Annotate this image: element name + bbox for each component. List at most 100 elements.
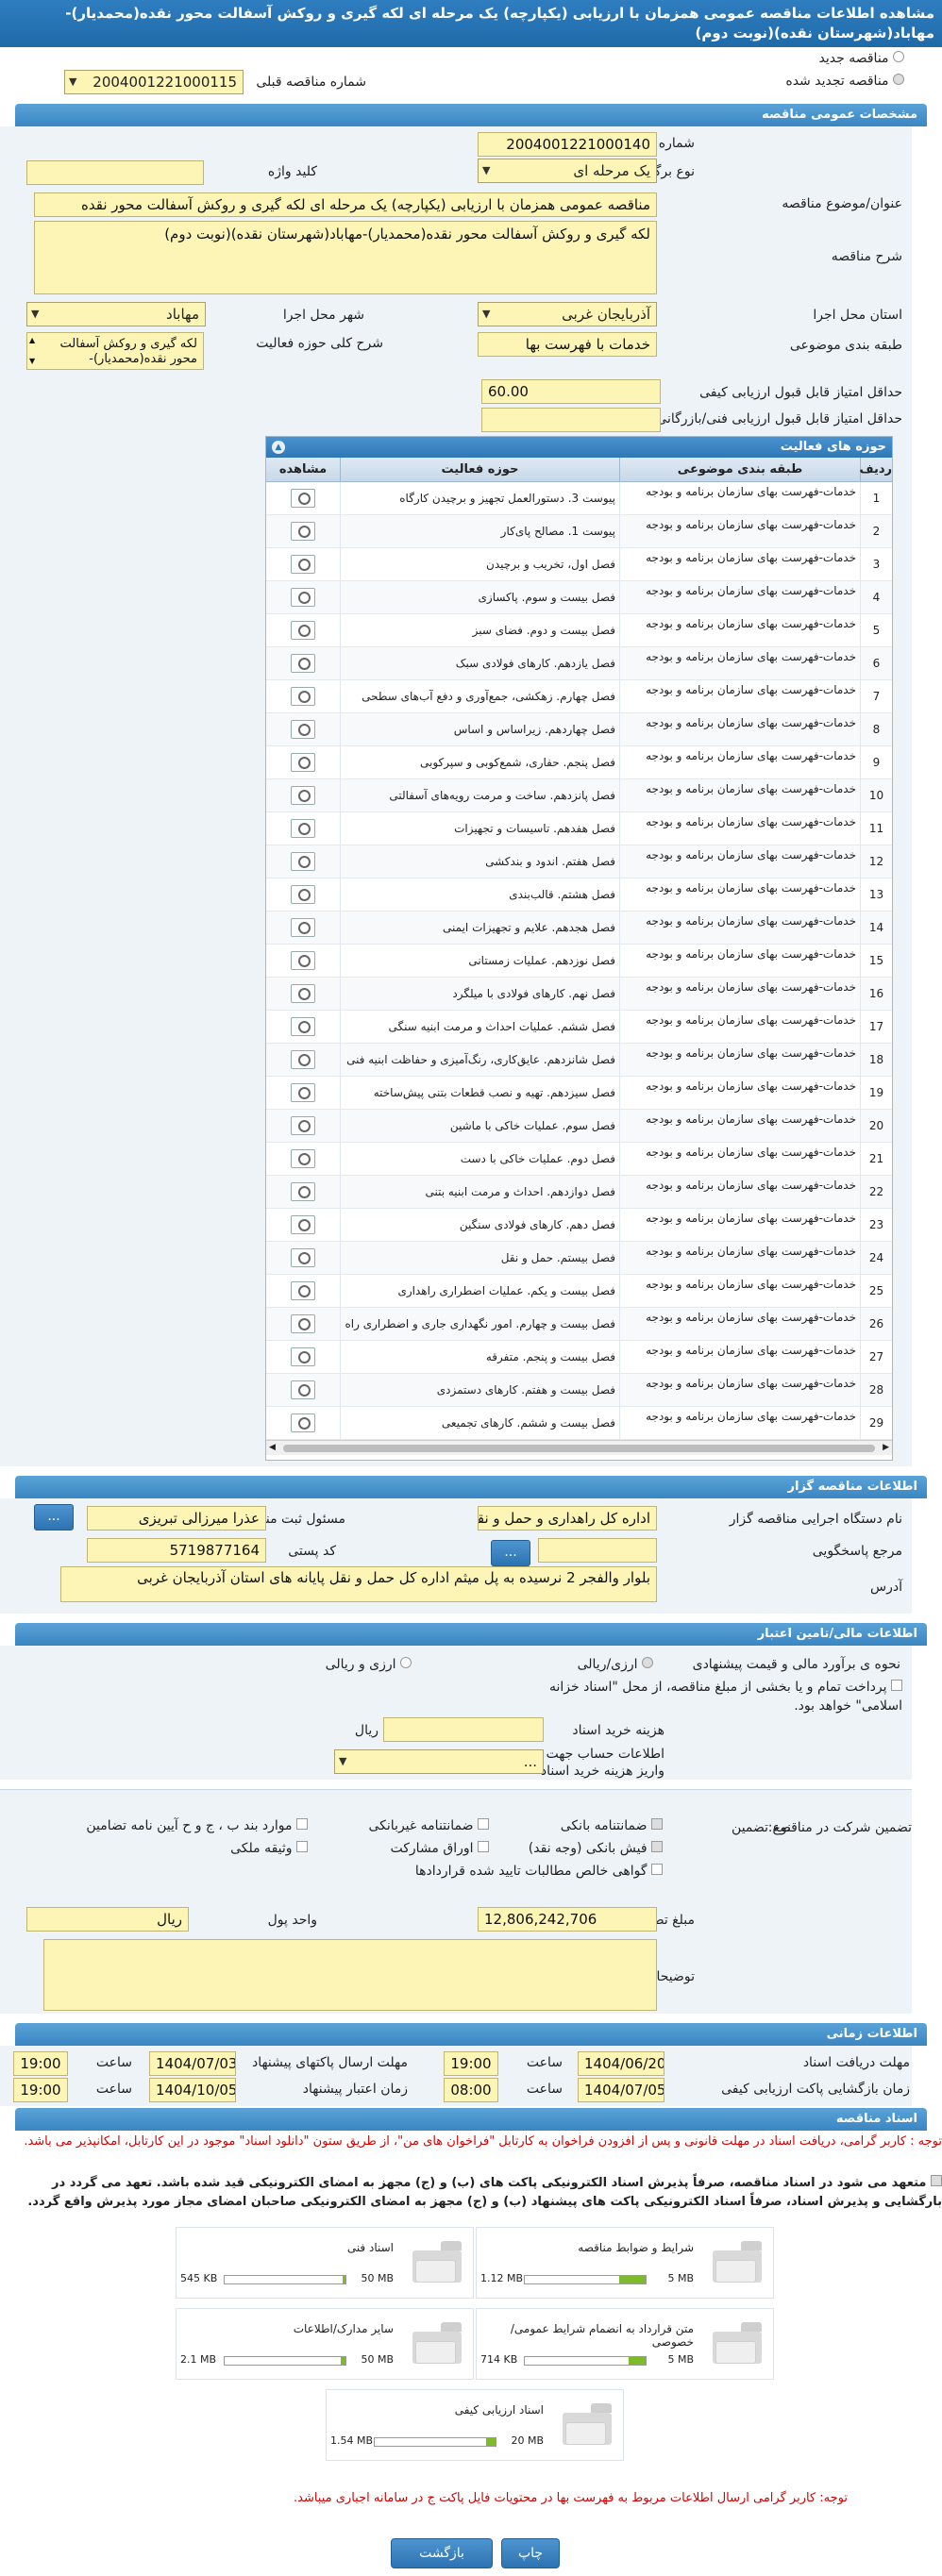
- magnifier-icon[interactable]: [291, 852, 315, 871]
- row-view[interactable]: [266, 1110, 340, 1142]
- subject-input[interactable]: مناقصه عمومی همزمان با ارزیابی (یکپارچه)…: [34, 192, 657, 217]
- row-view[interactable]: [266, 978, 340, 1010]
- document-card[interactable]: شرایط و ضوابط مناقصه 5 MB 1.12 MB: [476, 2227, 774, 2299]
- opt-bonds[interactable]: اوراق مشارکت: [391, 1841, 489, 1856]
- holding-type-select[interactable]: یک مرحله ای ▼: [478, 159, 657, 183]
- magnifier-icon[interactable]: [291, 1116, 315, 1135]
- row-view[interactable]: [266, 581, 340, 613]
- document-card[interactable]: متن قرارداد به انضمام شرایط عمومی/خصوصی 5…: [476, 2308, 774, 2380]
- horizontal-scrollbar[interactable]: ▶ ◀: [266, 1440, 892, 1455]
- row-view[interactable]: [266, 912, 340, 944]
- rial-radio[interactable]: [642, 1657, 653, 1668]
- opt-bank-guarantee[interactable]: ضمانتنامه بانکی: [561, 1818, 663, 1833]
- scroll-right-icon[interactable]: ▶: [883, 1443, 889, 1452]
- magnifier-icon[interactable]: [291, 1314, 315, 1333]
- row-view[interactable]: [266, 1407, 340, 1439]
- magnifier-icon[interactable]: [291, 1182, 315, 1201]
- row-view[interactable]: [266, 1341, 340, 1373]
- magnifier-icon[interactable]: [291, 654, 315, 673]
- magnifier-icon[interactable]: [291, 621, 315, 640]
- tender-number-field[interactable]: 2004001221000140: [478, 132, 657, 157]
- row-view[interactable]: [266, 713, 340, 745]
- magnifier-icon[interactable]: [291, 951, 315, 970]
- row-view[interactable]: [266, 845, 340, 878]
- prev-number-select[interactable]: 2004001221000115 ▼: [64, 70, 244, 94]
- rial2-option[interactable]: ارزی و ریالی: [326, 1657, 412, 1672]
- treasury-checkbox[interactable]: [891, 1680, 902, 1691]
- magnifier-icon[interactable]: [291, 1248, 315, 1267]
- row-view[interactable]: [266, 647, 340, 679]
- province-select[interactable]: آذربایجان غربی ▼: [478, 302, 657, 326]
- scroll-up-icon[interactable]: ▲: [29, 333, 35, 348]
- description-textarea[interactable]: لکه گیری و روکش آسفالت محور نقده(محمدیار…: [34, 221, 657, 294]
- magnifier-icon[interactable]: [291, 885, 315, 904]
- magnifier-icon[interactable]: [291, 1380, 315, 1399]
- magnifier-icon[interactable]: [291, 1281, 315, 1300]
- row-view[interactable]: [266, 779, 340, 811]
- row-view[interactable]: [266, 1176, 340, 1208]
- magnifier-icon[interactable]: [291, 588, 315, 607]
- magnifier-icon[interactable]: [291, 1149, 315, 1168]
- rial-option[interactable]: ارزی/ریالی: [578, 1657, 653, 1672]
- rial2-radio[interactable]: [400, 1657, 412, 1668]
- print-button[interactable]: چاپ: [501, 2538, 560, 2568]
- magnifier-icon[interactable]: [291, 1083, 315, 1102]
- row-view[interactable]: [266, 812, 340, 845]
- magnifier-icon[interactable]: [291, 1413, 315, 1432]
- row-view[interactable]: [266, 1374, 340, 1406]
- back-button[interactable]: بازگشت: [391, 2538, 493, 2568]
- row-view[interactable]: [266, 482, 340, 514]
- row-view[interactable]: [266, 878, 340, 911]
- row-view[interactable]: [266, 746, 340, 778]
- opt-claims[interactable]: گواهی خالص مطالبات تایید شده قراردادها: [415, 1864, 663, 1879]
- new-tender-radio[interactable]: [893, 51, 904, 62]
- scrollbar-thumb[interactable]: [283, 1445, 875, 1452]
- magnifier-icon[interactable]: [291, 489, 315, 508]
- account-select[interactable]: ... ▼: [334, 1749, 544, 1774]
- row-view[interactable]: [266, 1275, 340, 1307]
- city-select[interactable]: مهاباد ▼: [26, 302, 206, 326]
- scope-listbox[interactable]: لکه گیری و روکش آسفالت محور نقده(محمدیار…: [26, 332, 204, 370]
- magnifier-icon[interactable]: [291, 1050, 315, 1069]
- new-tender-option[interactable]: مناقصه جدید: [819, 51, 904, 66]
- magnifier-icon[interactable]: [291, 984, 315, 1003]
- row-view[interactable]: [266, 1209, 340, 1241]
- row-view[interactable]: [266, 1143, 340, 1175]
- scroll-left-icon[interactable]: ◀: [269, 1443, 276, 1452]
- document-card[interactable]: اسناد ارزیابی کیفی 20 MB 1.54 MB: [326, 2389, 624, 2461]
- scroll-down-icon[interactable]: ▼: [29, 354, 35, 369]
- renewed-tender-radio[interactable]: [893, 74, 904, 85]
- opt-check[interactable]: فیش بانکی (وجه نقد): [529, 1841, 663, 1856]
- document-card[interactable]: سایر مدارک/اطلاعات 50 MB 2.1 MB: [176, 2308, 474, 2380]
- row-view[interactable]: [266, 1242, 340, 1274]
- magnifier-icon[interactable]: [291, 555, 315, 574]
- magnifier-icon[interactable]: [291, 687, 315, 706]
- magnifier-icon[interactable]: [291, 786, 315, 805]
- document-card[interactable]: اسناد فنی 50 MB 545 KB: [176, 2227, 474, 2299]
- officer-lookup-button[interactable]: ...: [34, 1504, 74, 1531]
- row-view[interactable]: [266, 614, 340, 646]
- renewed-tender-option[interactable]: مناقصه تجدید شده: [785, 74, 904, 89]
- magnifier-icon[interactable]: [291, 918, 315, 937]
- keyword-input[interactable]: [26, 160, 204, 185]
- row-view[interactable]: [266, 1011, 340, 1043]
- row-view[interactable]: [266, 1077, 340, 1109]
- magnifier-icon[interactable]: [291, 1017, 315, 1036]
- opt-bc[interactable]: موارد بند ب ، ج و ح آیین نامه تضامین: [86, 1818, 308, 1833]
- opt-non-bank[interactable]: ضمانتنامه غیربانکی: [369, 1818, 489, 1833]
- magnifier-icon[interactable]: [291, 753, 315, 772]
- row-view[interactable]: [266, 680, 340, 712]
- row-view[interactable]: [266, 1044, 340, 1076]
- row-view[interactable]: [266, 548, 340, 580]
- ref-lookup-button[interactable]: ...: [491, 1540, 530, 1566]
- collapse-icon[interactable]: ▲: [272, 441, 285, 454]
- opt-property[interactable]: وثیقه ملکی: [230, 1841, 308, 1856]
- row-view[interactable]: [266, 1308, 340, 1340]
- magnifier-icon[interactable]: [291, 819, 315, 838]
- commitment-checkbox[interactable]: [931, 2175, 942, 2186]
- magnifier-icon[interactable]: [291, 1215, 315, 1234]
- row-view[interactable]: [266, 945, 340, 977]
- magnifier-icon[interactable]: [291, 720, 315, 739]
- row-view[interactable]: [266, 515, 340, 547]
- treasury-option[interactable]: پرداخت تمام و یا بخشی از مبلغ مناقصه، از…: [506, 1678, 902, 1715]
